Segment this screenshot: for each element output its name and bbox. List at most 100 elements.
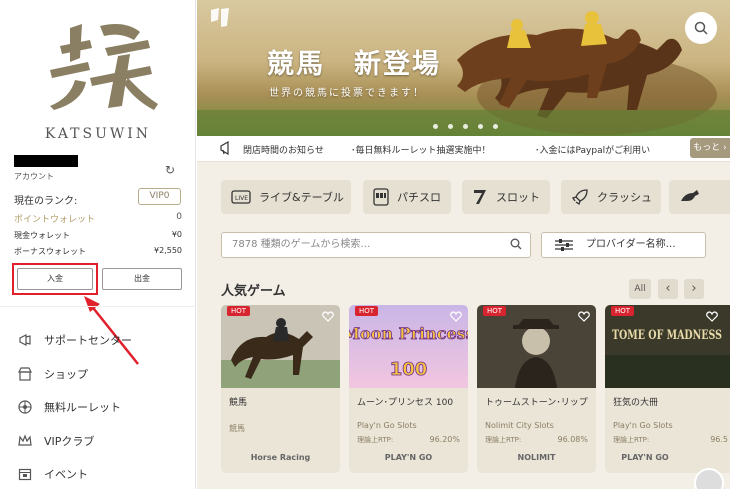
game-name: 競馬	[229, 398, 248, 408]
game-card-tome-of-madness[interactable]: TOME OF MADNESS HOT 狂気の大冊 Play'n Go Slot…	[605, 305, 730, 473]
sidebar-item-shop[interactable]: ショップ	[18, 364, 88, 384]
art-number: 100	[390, 359, 428, 380]
provider-logo: Horse Racing	[250, 453, 311, 462]
search-button[interactable]	[685, 12, 717, 44]
hot-badge: HOT	[611, 306, 635, 316]
point-wallet-value: 0	[176, 212, 182, 222]
carousel-dot[interactable]	[478, 124, 483, 129]
svg-text:LIVE: LIVE	[235, 195, 248, 202]
category-pachislo[interactable]: パチスロ	[363, 180, 451, 214]
rocket-icon	[571, 188, 589, 206]
ticker-item[interactable]: ･入金にはPaypalがご利用い	[535, 143, 650, 156]
seven-icon	[472, 188, 488, 206]
withdraw-button[interactable]: 出金	[102, 268, 182, 290]
live-icon: LIVE	[231, 190, 251, 204]
category-label: クラッシュ	[597, 191, 652, 204]
deposit-button[interactable]: 入金	[17, 268, 93, 290]
sidebar-item-roulette[interactable]: 無料ルーレット	[18, 397, 121, 417]
sidebar-item-support[interactable]: サポートセンター	[18, 330, 132, 350]
game-name: 狂気の大冊	[613, 398, 659, 408]
category-horse[interactable]	[669, 180, 730, 214]
ticker-item[interactable]: 閉店時間のお知らせ	[243, 143, 324, 156]
banner-logo	[211, 8, 229, 27]
crown-icon	[18, 434, 32, 448]
game-search-input[interactable]: 7878 種類のゲームから検索…	[221, 232, 531, 258]
game-card-moon-princess[interactable]: Moon Princess 100 HOT ムーン･プリンセス 100 Play…	[349, 305, 468, 473]
hot-badge: HOT	[483, 306, 507, 316]
sidebar-divider	[0, 306, 196, 307]
search-icon	[510, 238, 522, 250]
roulette-icon	[18, 400, 32, 414]
calendar-icon	[18, 467, 32, 481]
carousel-dot[interactable]	[433, 124, 438, 129]
provider-logo: PLAY'N GO	[384, 453, 433, 462]
sidebar-item-label: VIPクラブ	[44, 435, 95, 448]
sidebar-item-label: 無料ルーレット	[44, 401, 121, 414]
provider-logo: NOLIMIT	[517, 453, 556, 462]
carousel-dots[interactable]	[433, 124, 498, 129]
heart-icon[interactable]	[706, 311, 718, 322]
cash-wallet-label: 現金ウォレット	[14, 231, 70, 240]
game-card-horse-racing[interactable]: HOT 競馬 競馬 Horse Racing	[221, 305, 340, 473]
horse-icon	[679, 189, 701, 205]
provider-filter[interactable]: プロバイダー名称…	[541, 232, 706, 258]
banner-subtitle: 世界の競馬に投票できます！	[269, 88, 425, 99]
category-live-table[interactable]: LIVE ライブ&テーブル	[221, 180, 351, 214]
refresh-icon[interactable]: ↻	[165, 163, 175, 177]
carousel-dot[interactable]	[448, 124, 453, 129]
katsuwin-logo[interactable]	[30, 18, 170, 113]
game-provider: Play'n Go Slots	[357, 421, 417, 430]
rtp-label: 理論上RTP:	[485, 436, 522, 444]
game-name: トゥームストーン･リップ	[485, 398, 588, 408]
hot-badge: HOT	[227, 306, 251, 316]
point-wallet-label: ポイントウォレット	[14, 215, 96, 225]
bonus-wallet-label: ボーナスウォレット	[14, 247, 86, 256]
game-provider: 競馬	[229, 424, 245, 433]
bonus-wallet-value: ¥2,550	[154, 246, 182, 255]
game-name: ムーン･プリンセス 100	[357, 398, 454, 408]
category-label: スロット	[496, 191, 540, 204]
search-placeholder: 7878 種類のゲームから検索…	[232, 239, 371, 250]
category-slots[interactable]: スロット	[462, 180, 550, 214]
announcement-ticker[interactable]: 閉店時間のお知らせ ･毎日無料ルーレット抽選実施中！ ･入金にはPaypalがご…	[197, 136, 730, 162]
game-provider: Play'n Go Slots	[613, 421, 673, 430]
rank-label: 現在のランク:	[14, 196, 78, 207]
heart-icon[interactable]	[322, 311, 334, 322]
sidebar-item-event[interactable]: イベント	[18, 464, 88, 484]
art-title-moon-princess: Moon Princess	[349, 324, 468, 343]
provider-label: プロバイダー名称…	[586, 239, 676, 250]
carousel-dot[interactable]	[463, 124, 468, 129]
prev-button[interactable]: ‹	[658, 279, 678, 299]
megaphone-icon	[220, 141, 229, 155]
game-card-tombstone-rip[interactable]: HOT トゥームストーン･リップ Nolimit City Slots 理論上R…	[477, 305, 596, 473]
search-icon	[694, 21, 708, 35]
category-label: ライブ&テーブル	[259, 191, 344, 204]
sidebar-item-label: イベント	[44, 468, 88, 481]
rtp-value: 96.5	[710, 435, 728, 444]
sidebar-item-vip[interactable]: VIPクラブ	[18, 431, 94, 451]
sidebar: KATSUWIN アカウント ↻ 現在のランク: VIP0 ポイントウォレット …	[0, 0, 196, 489]
game-provider: Nolimit City Slots	[485, 421, 554, 430]
provider-logo: PLAY'N GO	[621, 453, 669, 462]
popular-games-title: 人気ゲーム	[221, 284, 286, 299]
rtp-value: 96.08%	[557, 435, 588, 444]
rtp-label: 理論上RTP:	[613, 436, 650, 444]
hero-banner[interactable]: 競馬 新登場 世界の競馬に投票できます！	[197, 0, 730, 136]
art-title-tome-of-madness: TOME OF MADNESS	[612, 328, 722, 343]
cash-wallet-value: ¥0	[171, 230, 182, 239]
megaphone-icon	[18, 333, 32, 347]
deposit-highlight: 入金	[12, 263, 98, 295]
rtp-label: 理論上RTP:	[357, 436, 394, 444]
more-button[interactable]: もっと ›	[690, 138, 730, 158]
ticker-item[interactable]: ･毎日無料ルーレット抽選実施中！	[351, 143, 491, 156]
next-button[interactable]: ›	[684, 279, 704, 299]
carousel-dot[interactable]	[493, 124, 498, 129]
category-crash[interactable]: クラッシュ	[561, 180, 661, 214]
heart-icon[interactable]	[450, 311, 462, 322]
slot-machine-icon	[373, 188, 389, 206]
shop-icon	[18, 367, 32, 381]
sidebar-item-label: ショップ	[44, 368, 88, 381]
heart-icon[interactable]	[578, 311, 590, 322]
rank-badge[interactable]: VIP0	[138, 188, 181, 205]
all-button[interactable]: All	[629, 279, 651, 299]
